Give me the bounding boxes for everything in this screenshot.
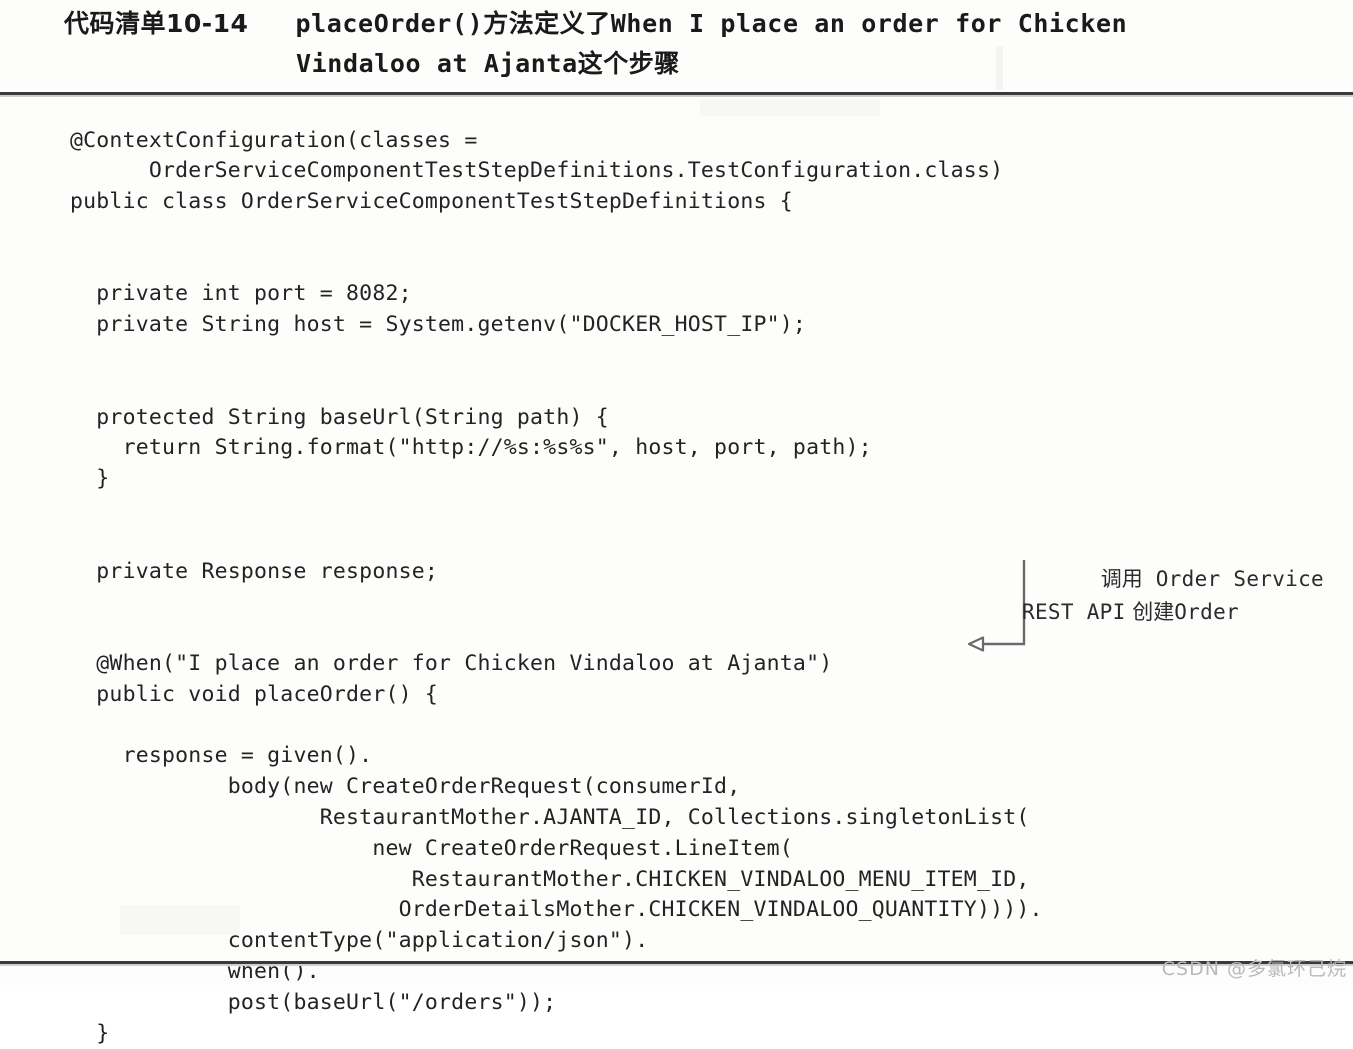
- code-line: @When("I place an order for Chicken Vind…: [70, 649, 1300, 680]
- code-line: }: [70, 464, 1300, 495]
- code-line: body(new CreateOrderRequest(consumerId,: [70, 772, 1300, 803]
- listing-bottom-rule-shadow: [0, 964, 1353, 966]
- code-line: protected String baseUrl(String path) {: [70, 403, 1300, 434]
- annotation-line-1: 调用 Order Service: [1022, 563, 1342, 596]
- code-line: post(baseUrl("/orders"));: [70, 988, 1300, 1019]
- code-line: public void placeOrder() {: [70, 680, 1300, 711]
- caption-method-token: placeOrder(): [295, 9, 483, 38]
- code-line: [70, 526, 1300, 557]
- code-line: }: [70, 1019, 1300, 1049]
- annotation-rest-api: REST API: [1022, 600, 1126, 624]
- code-line: response = given().: [70, 741, 1300, 772]
- caption-line-1: 代码清单10-14 placeOrder()方法定义了When I place …: [64, 4, 1334, 44]
- caption-method-name: [248, 9, 295, 38]
- code-line: public class OrderServiceComponentTestSt…: [70, 187, 1300, 218]
- scanned-page: 代码清单10-14 placeOrder()方法定义了When I place …: [0, 0, 1353, 985]
- annotation-service-name: [1143, 567, 1156, 591]
- listing-caption: 代码清单10-14 placeOrder()方法定义了When I place …: [64, 4, 1334, 84]
- code-line: new CreateOrderRequest.LineItem(: [70, 834, 1300, 865]
- code-line: [70, 711, 1300, 742]
- code-line: private int port = 8082;: [70, 279, 1300, 310]
- code-line: @ContextConfiguration(classes =: [70, 126, 1300, 157]
- listing-top-rule-shadow: [0, 95, 1353, 97]
- code-line: contentType("application/json").: [70, 926, 1300, 957]
- csdn-watermark: CSDN @多氯环己烷: [1162, 954, 1347, 981]
- code-line: OrderDetailsMother.CHICKEN_VINDALOO_QUAN…: [70, 895, 1300, 926]
- code-line: [70, 218, 1300, 249]
- code-line: RestaurantMother.AJANTA_ID, Collections.…: [70, 803, 1300, 834]
- code-line: private String host = System.getenv("DOC…: [70, 310, 1300, 341]
- code-line: RestaurantMother.CHICKEN_VINDALOO_MENU_I…: [70, 865, 1300, 896]
- annotation-callout: 调用 Order Service REST API 创建Order: [1022, 563, 1342, 629]
- caption-listing-number: 代码清单10-14: [64, 9, 248, 38]
- code-line: [70, 372, 1300, 403]
- code-line: return String.format("http://%s:%s%s", h…: [70, 433, 1300, 464]
- code-line: OrderServiceComponentTestStepDefinitions…: [70, 156, 1300, 187]
- code-line: [70, 341, 1300, 372]
- caption-text-defines: 方法定义了: [483, 9, 611, 38]
- annotation-verb-call: 调用: [1101, 567, 1143, 591]
- caption-text-this-step: 这个步骤: [578, 49, 680, 78]
- caption-line-2: Vindaloo at Ajanta这个步骤: [64, 44, 1334, 84]
- caption-step-text-part1: When I place an order for Chicken: [611, 9, 1128, 38]
- annotation-line-2: REST API 创建Order: [1022, 596, 1342, 629]
- caption-step-text-part2: Vindaloo at Ajanta: [296, 49, 578, 78]
- code-line: [70, 249, 1300, 280]
- annotation-verb-create: 创建: [1132, 600, 1174, 624]
- annotation-order-service: Order Service: [1156, 567, 1324, 591]
- code-line: [70, 495, 1300, 526]
- scan-artifact: [700, 100, 880, 116]
- annotation-order-entity: Order: [1174, 600, 1239, 624]
